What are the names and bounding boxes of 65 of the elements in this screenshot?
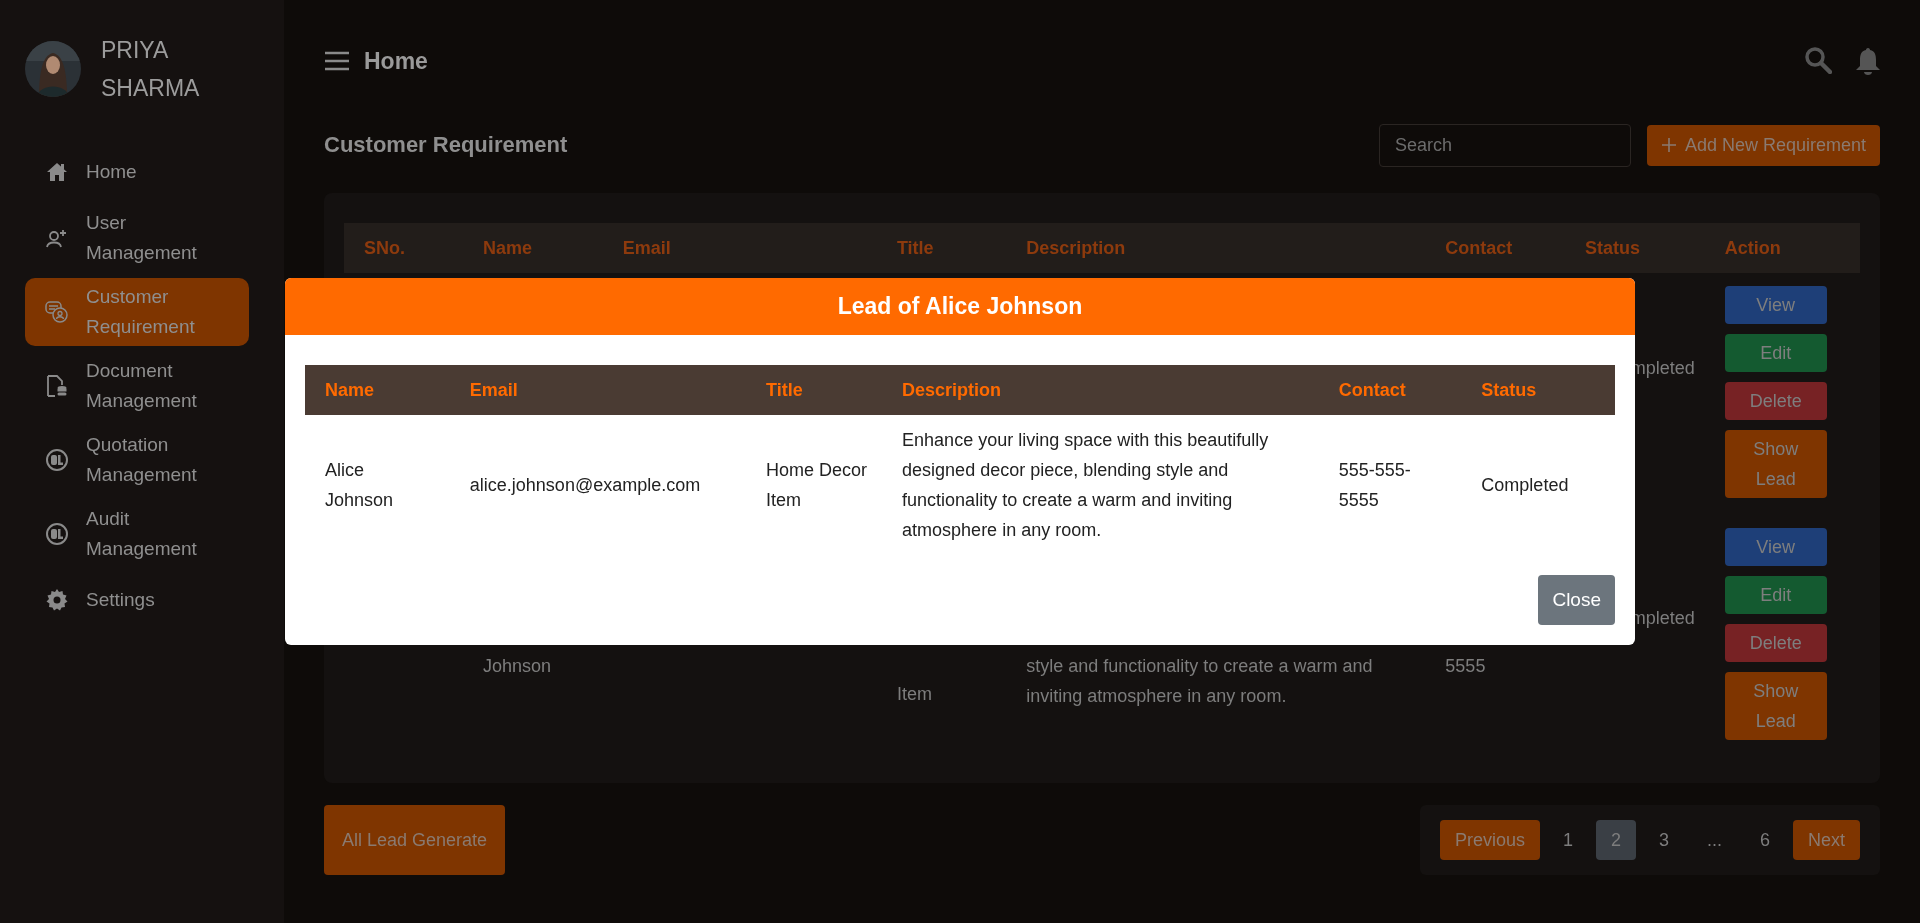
table-cell-text: style and functionality to create a warm and inviting atmosphere in any room. xyxy=(1026,655,1373,708)
column-header: Title xyxy=(876,223,1007,273)
search-icon[interactable] xyxy=(1804,46,1832,74)
column-header: Name xyxy=(463,223,603,273)
bell-icon[interactable] xyxy=(1854,46,1882,76)
column-header: Description xyxy=(882,365,1319,415)
column-header: SNo. xyxy=(344,223,463,273)
dialog-title: Lead of Alice Johnson xyxy=(285,278,1635,335)
sidebar-item[interactable]: Audit Management xyxy=(25,500,249,568)
circle-icon xyxy=(45,522,69,546)
next-button[interactable]: Next xyxy=(1793,820,1860,860)
table-cell-text: alice.johnson@example.com xyxy=(469,474,701,497)
action-button[interactable]: Edit xyxy=(1724,575,1827,614)
document-icon xyxy=(46,374,68,398)
plus-icon xyxy=(1660,137,1677,153)
column-header: Name xyxy=(305,365,450,415)
page-button[interactable]: 1 xyxy=(1547,820,1588,860)
column-header: Contact xyxy=(1425,223,1566,273)
page-button[interactable]: ... xyxy=(1691,820,1737,860)
search-field[interactable]: Search xyxy=(1378,123,1631,167)
page-button[interactable]: 3 xyxy=(1643,820,1684,860)
table-cell-text: 555-555-5555 xyxy=(1338,459,1412,512)
sidebar-item[interactable]: Quotation Management xyxy=(25,426,249,494)
previous-button[interactable]: Previous xyxy=(1439,820,1540,860)
user-plus-icon xyxy=(46,228,68,248)
page-button[interactable]: 2 xyxy=(1595,820,1636,860)
circle-icon xyxy=(45,448,69,472)
action-button[interactable]: View xyxy=(1724,527,1827,566)
column-header: Status xyxy=(1565,223,1705,273)
sidebar-item[interactable]: User Management xyxy=(25,204,249,272)
section-title: Customer Requirement xyxy=(324,132,568,158)
column-header: Action xyxy=(1704,223,1860,273)
table-cell-text: Home Decor Item xyxy=(766,459,869,512)
close-button[interactable]: Close xyxy=(1538,575,1615,625)
table-cell-text: 5555 xyxy=(1445,655,1486,678)
action-button[interactable]: Delete xyxy=(1724,623,1827,662)
sidebar-item[interactable]: Settings xyxy=(25,574,249,626)
column-header: Description xyxy=(1006,223,1426,273)
user-name: PRIYA SHARMA xyxy=(101,36,201,103)
column-header: Email xyxy=(449,365,747,415)
house-icon xyxy=(46,162,68,182)
page-header-title: Home xyxy=(364,47,428,75)
table-cell-text: Completed xyxy=(1481,474,1569,497)
add-requirement-button[interactable]: Add New Requirement xyxy=(1646,124,1880,166)
menu-icon[interactable] xyxy=(324,51,350,71)
table-cell-text: Alice Johnson xyxy=(325,459,395,512)
action-button[interactable]: View xyxy=(1724,286,1827,324)
table-cell-text: Item xyxy=(896,683,932,706)
sidebar-item[interactable]: Customer Requirement xyxy=(25,278,249,346)
column-header: Title xyxy=(746,365,883,415)
action-button[interactable]: Show Lead xyxy=(1724,430,1827,498)
column-header: Contact xyxy=(1318,365,1462,415)
table-cell-text: Enhance your living space with this beautifully designed decor piece, blending style and functionality to create a warm and inviting atmosphere in any room. xyxy=(902,429,1270,542)
action-button[interactable]: Show Lead xyxy=(1724,671,1827,740)
chat-bubbles-icon xyxy=(45,300,69,324)
gear-icon xyxy=(45,588,69,612)
page-button[interactable]: 6 xyxy=(1744,820,1785,860)
action-button[interactable]: Edit xyxy=(1724,334,1827,372)
sidebar-item[interactable]: Home xyxy=(25,146,249,198)
table-cell-text: Johnson xyxy=(483,655,552,678)
sidebar-item[interactable]: Document Management xyxy=(25,352,249,420)
column-header: Email xyxy=(602,223,877,273)
generate-leads-button[interactable]: All Lead Generate xyxy=(324,805,506,875)
action-button[interactable]: Delete xyxy=(1724,382,1827,420)
column-header: Status xyxy=(1461,365,1615,415)
